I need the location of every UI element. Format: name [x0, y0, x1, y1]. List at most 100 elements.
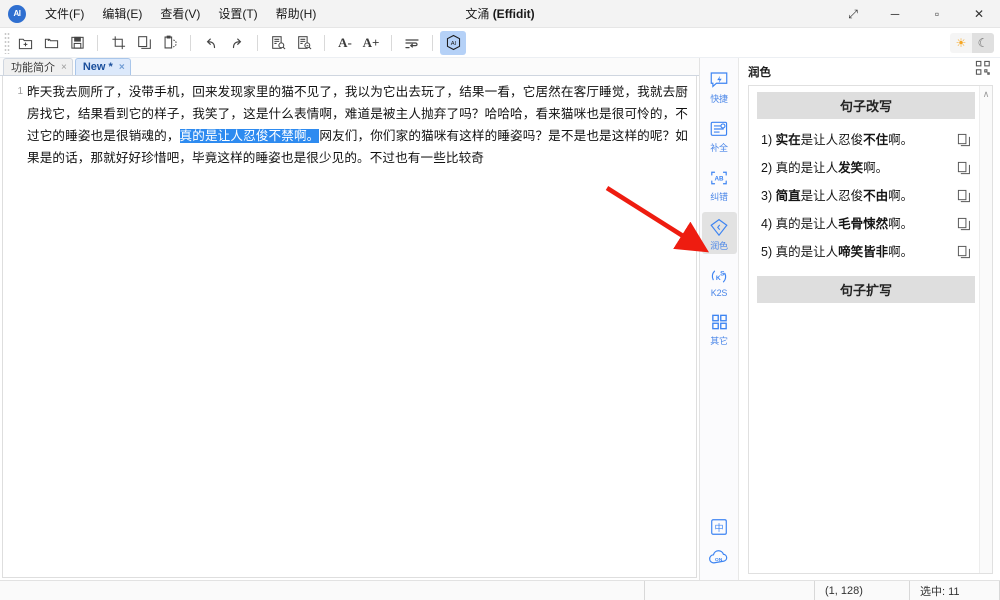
paste-icon[interactable]	[157, 31, 183, 55]
menu-view[interactable]: 查看(V)	[151, 0, 209, 28]
sidebar-item-quick[interactable]: 快捷	[702, 65, 737, 107]
menu-settings[interactable]: 设置(T)	[209, 0, 266, 28]
qr-icon[interactable]	[975, 60, 991, 76]
spellcheck-icon: AB	[707, 167, 731, 189]
toolbar-divider-3	[257, 34, 258, 51]
copy-icon[interactable]	[955, 188, 973, 204]
selection-count: 选中: 11	[910, 581, 1000, 600]
list-item[interactable]: 1) 实在是让人忍俊不住啊。	[757, 126, 975, 154]
dark-theme-icon[interactable]: ☾	[972, 32, 994, 53]
open-folder-icon[interactable]	[38, 31, 64, 55]
svg-text:AB: AB	[714, 176, 724, 183]
line-number: 1	[17, 86, 23, 97]
suggestion-post: 啊。	[888, 133, 914, 147]
suggestion-post: 啊。	[888, 189, 914, 203]
undo-icon[interactable]	[198, 31, 224, 55]
ai-assist-icon[interactable]: AI	[440, 30, 466, 55]
editor-column: 功能简介 × New * × 1 昨天我去厕所了，没带手机，回来发现家里的猫不见…	[0, 58, 700, 580]
find-icon[interactable]	[265, 31, 291, 55]
wrap-text-icon[interactable]	[399, 31, 425, 55]
list-item[interactable]: 2) 真的是让人发笑啊。	[757, 154, 975, 182]
tab-close-icon[interactable]: ×	[61, 62, 67, 73]
sidebar-item-spellcheck[interactable]: AB 纠错	[702, 163, 737, 205]
theme-toggle-group[interactable]: ☀ ☾	[950, 32, 994, 53]
menu-edit[interactable]: 编辑(E)	[93, 0, 151, 28]
sidebar-item-polish-label: 润色	[710, 241, 728, 251]
suggestion-text: 1) 实在是让人忍俊不住啊。	[761, 132, 949, 148]
svg-text:AI: AI	[450, 41, 456, 47]
suggestion-bold-1: 实在	[775, 133, 801, 147]
workspace: 功能简介 × New * × 1 昨天我去厕所了，没带手机，回来发现家里的猫不见…	[0, 58, 1000, 580]
suggestion-pre: 真的是让人	[775, 245, 839, 259]
toolbar-grip[interactable]	[4, 31, 10, 54]
status-spacer-left	[0, 581, 645, 600]
copy-icon[interactable]	[955, 216, 973, 232]
copy-icon[interactable]	[955, 160, 973, 176]
toolbar-divider-2	[190, 34, 191, 51]
panel-scrollbar[interactable]: ∧	[979, 86, 992, 573]
copy-icon[interactable]	[955, 132, 973, 148]
tab-close-icon[interactable]: ×	[119, 62, 125, 73]
sidebar-item-other[interactable]: 其它	[702, 307, 737, 349]
status-bar: (1, 128) 选中: 11	[0, 580, 1000, 600]
suggestion-mid: 是让人忍俊	[800, 189, 864, 203]
tab-intro[interactable]: 功能简介 ×	[3, 58, 73, 75]
document-text[interactable]: 昨天我去厕所了，没带手机，回来发现家里的猫不见了，我以为它出去玩了，结果一看，它…	[23, 76, 696, 577]
replace-icon[interactable]	[291, 31, 317, 55]
toolbar-divider-5	[391, 34, 392, 51]
panel-title: 润色	[748, 67, 771, 79]
grid-other-icon	[707, 311, 731, 333]
minimize-button[interactable]: ─	[874, 0, 916, 28]
light-theme-icon[interactable]: ☀	[950, 32, 972, 53]
sidebar-item-polish[interactable]: 润色	[701, 212, 737, 254]
window-title-en: (Effidit)	[492, 7, 535, 21]
list-item[interactable]: 5) 真的是让人啼笑皆非啊。	[757, 238, 975, 266]
toolbar-divider-6	[432, 34, 433, 51]
svg-text:ON: ON	[715, 557, 723, 563]
language-chinese-icon[interactable]: 中	[707, 516, 731, 538]
menu-help[interactable]: 帮助(H)	[267, 0, 326, 28]
suggestions-list: 句子改写 1) 实在是让人忍俊不住啊。 2) 真的是让人发笑啊。 3) 简直是让…	[749, 86, 979, 573]
font-increase-icon[interactable]: A+	[358, 31, 384, 55]
chevron-up-icon[interactable]: ∧	[983, 89, 990, 100]
new-file-icon[interactable]	[12, 31, 38, 55]
close-button[interactable]: ✕	[958, 0, 1000, 28]
maximize-button[interactable]: ▫	[916, 0, 958, 28]
suggestion-text: 2) 真的是让人发笑啊。	[761, 160, 949, 176]
tab-new[interactable]: New * ×	[74, 58, 131, 75]
expand-button[interactable]: ⤢	[832, 0, 874, 28]
copy-icon[interactable]	[955, 244, 973, 260]
svg-text:中: 中	[714, 522, 723, 533]
sidebar-item-k2s-label: K2S	[710, 288, 728, 298]
svg-text:S: S	[720, 270, 725, 277]
sidebar-item-k2s[interactable]: K S K2S	[702, 261, 737, 300]
suggestion-index: 1)	[761, 133, 773, 147]
font-decrease-icon[interactable]: A-	[332, 31, 358, 55]
font-increase-label: A+	[362, 34, 380, 50]
list-item[interactable]: 4) 真的是让人毛骨悚然啊。	[757, 210, 975, 238]
window-controls: ⤢ ─ ▫ ✕	[832, 0, 1000, 27]
save-icon[interactable]	[64, 31, 90, 55]
polish-panel: 润色 句子改写 1) 实在是让人忍俊不住啊。 2) 真的是让人发笑啊。 3) 简…	[739, 58, 1000, 580]
sidebar-item-other-label: 其它	[710, 336, 728, 346]
suggestion-index: 5)	[761, 245, 773, 259]
selected-text[interactable]: 真的是让人忍俊不禁啊。	[179, 129, 320, 143]
suggestion-text: 4) 真的是让人毛骨悚然啊。	[761, 216, 949, 232]
editor-area[interactable]: 1 昨天我去厕所了，没带手机，回来发现家里的猫不见了，我以为它出去玩了，结果一看…	[2, 76, 697, 578]
list-item[interactable]: 3) 简直是让人忍俊不由啊。	[757, 182, 975, 210]
menu-file[interactable]: 文件(F)	[36, 0, 93, 28]
copy-icon[interactable]	[131, 31, 157, 55]
suggestions-card: 句子改写 1) 实在是让人忍俊不住啊。 2) 真的是让人发笑啊。 3) 简直是让…	[748, 85, 993, 574]
cursor-position: (1, 128)	[815, 581, 910, 600]
suggestion-post: 啊。	[888, 217, 914, 231]
redo-icon[interactable]	[224, 31, 250, 55]
suggestion-index: 2)	[761, 161, 773, 175]
tab-intro-label: 功能简介	[11, 62, 55, 74]
suggestion-text: 5) 真的是让人啼笑皆非啊。	[761, 244, 949, 260]
suggestion-mid: 是让人忍俊	[800, 133, 864, 147]
suggestion-bold-2: 发笑	[838, 161, 864, 175]
title-bar: AI 文件(F) 编辑(E) 查看(V) 设置(T) 帮助(H) 文涌 (Eff…	[0, 0, 1000, 28]
cloud-on-icon[interactable]: ON	[707, 546, 731, 568]
cut-icon[interactable]	[105, 31, 131, 55]
sidebar-item-autocomplete[interactable]: 补全	[702, 114, 737, 156]
